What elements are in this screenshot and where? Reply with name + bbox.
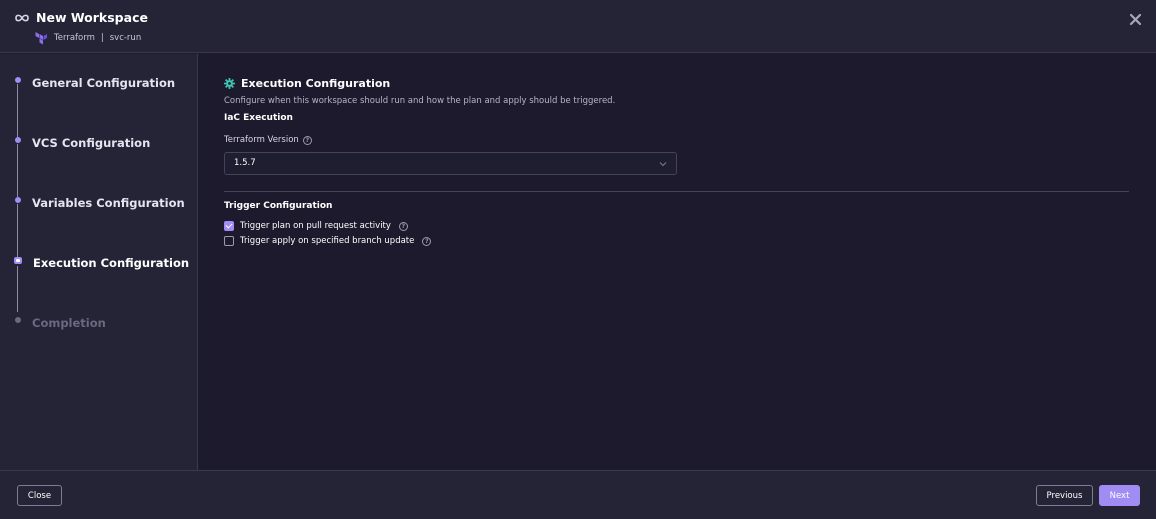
stepper-sidebar: General Configuration VCS Configuration … — [0, 54, 198, 470]
step-completion: Completion — [32, 316, 106, 330]
next-button[interactable]: Next — [1099, 485, 1140, 506]
step-done-icon — [15, 197, 21, 203]
trigger-plan-checkbox-row[interactable]: Trigger plan on pull request activity ? — [224, 221, 408, 231]
trigger-plan-checkbox[interactable] — [224, 221, 234, 231]
step-done-icon — [15, 137, 21, 143]
section-title-text: Execution Configuration — [241, 77, 391, 90]
section-description: Configure when this workspace should run… — [224, 96, 616, 106]
infinity-icon — [15, 14, 29, 22]
section-title: Execution Configuration — [224, 77, 390, 90]
modal-header: New Workspace Terraform | svc-run — [0, 0, 1156, 53]
trigger-apply-checkbox[interactable] — [224, 236, 234, 246]
step-done-icon — [15, 77, 21, 83]
close-button[interactable]: Close — [17, 485, 62, 506]
section-divider — [224, 191, 1129, 192]
terraform-version-label-text: Terraform Version — [224, 135, 299, 145]
help-icon[interactable]: ? — [398, 221, 408, 231]
previous-button[interactable]: Previous — [1036, 485, 1093, 506]
terraform-version-label: Terraform Version ? — [224, 135, 312, 145]
gear-icon — [224, 78, 235, 89]
close-icon[interactable] — [1128, 12, 1143, 27]
provider-name: Terraform — [54, 33, 95, 43]
step-execution-configuration[interactable]: Execution Configuration — [33, 256, 189, 270]
help-icon[interactable]: ? — [422, 236, 432, 246]
iac-execution-heading: IaC Execution — [224, 113, 293, 123]
stepper-connector — [17, 266, 18, 312]
page-title: New Workspace — [36, 10, 148, 25]
step-current-icon — [14, 257, 22, 264]
modal-footer: Close Previous Next — [0, 470, 1156, 519]
trigger-apply-label: Trigger apply on specified branch update — [240, 236, 415, 246]
step-vcs-configuration[interactable]: VCS Configuration — [32, 136, 150, 150]
trigger-plan-label: Trigger plan on pull request activity — [240, 221, 391, 231]
trigger-configuration-heading: Trigger Configuration — [224, 201, 333, 211]
step-general-configuration[interactable]: General Configuration — [32, 76, 175, 90]
terraform-logo-icon — [35, 31, 47, 44]
main-content: Execution Configuration Configure when t… — [199, 54, 1156, 470]
trigger-apply-checkbox-row[interactable]: Trigger apply on specified branch update… — [224, 236, 432, 246]
workspace-subtitle: Terraform | svc-run — [35, 31, 141, 45]
stepper-connector — [17, 144, 18, 197]
stepper-connector — [17, 84, 18, 137]
step-pending-icon — [15, 317, 21, 323]
help-icon[interactable]: ? — [302, 135, 312, 145]
workspace-id: svc-run — [109, 33, 142, 43]
chevron-down-icon — [659, 162, 667, 167]
step-variables-configuration[interactable]: Variables Configuration — [32, 196, 185, 210]
terraform-version-select[interactable]: 1.5.7 — [224, 152, 677, 175]
terraform-version-value: 1.5.7 — [234, 158, 256, 168]
subtitle-separator: | — [100, 33, 104, 43]
stepper-connector — [17, 204, 18, 257]
